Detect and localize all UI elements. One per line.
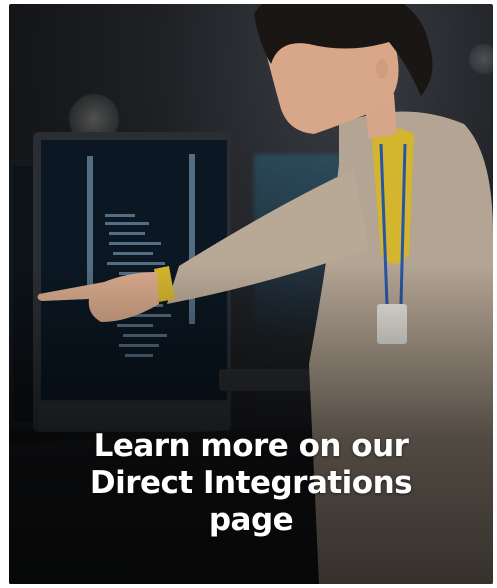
headline-line-2: Direct Integrations (89, 465, 413, 501)
direct-integrations-banner-link[interactable]: Learn more on our Direct Integrations pa… (9, 4, 493, 584)
banner-headline: Learn more on our Direct Integrations pa… (9, 428, 493, 539)
headline-line-1: Learn more on our (93, 428, 409, 464)
headline-line-3: page (208, 502, 294, 538)
